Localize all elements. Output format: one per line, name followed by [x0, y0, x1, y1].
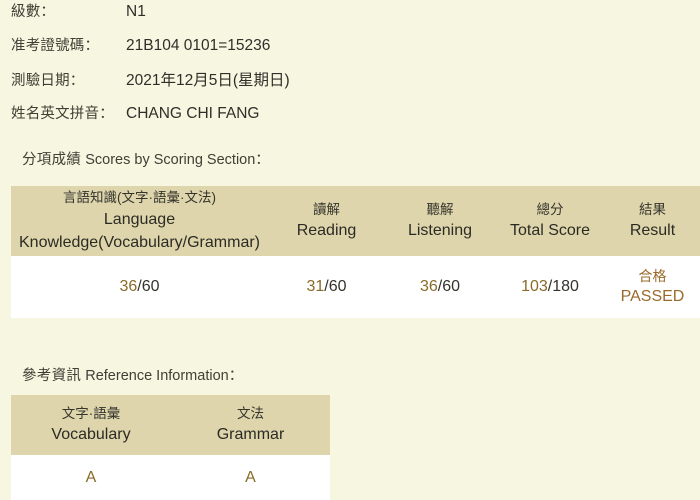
info-label-registration-number: 准考證號碼： [11, 38, 100, 54]
scores-section-heading: 分項成績 Scores by Scoring Section： [22, 148, 270, 169]
score-max-total: /180 [547, 278, 579, 295]
score-number-total: 103 [521, 278, 548, 295]
reference-column-vocabulary: 文字·語彙 Vocabulary [11, 395, 171, 455]
score-number-listening: 36 [419, 278, 438, 295]
info-label-name-romanized: 姓名英文拼音： [11, 106, 114, 122]
scores-column-listening: 聽解 Listening [385, 186, 495, 256]
scores-column-reading-en: Reading [296, 222, 357, 240]
scores-column-listening-en: Listening [407, 222, 473, 240]
reference-heading-cjk: 參考資訊 [22, 368, 82, 384]
score-cell-total: 103/180 [495, 256, 605, 318]
scores-column-listening-cjk: 聽解 [426, 201, 454, 217]
reference-column-grammar-cjk: 文法 [237, 405, 264, 421]
scores-heading-cjk: 分項成績 [22, 152, 82, 168]
score-value-reading: 31/60 [306, 278, 346, 295]
info-value-test-date: 2021年12月5日(星期日) [126, 72, 290, 89]
score-max-reading: /60 [324, 278, 347, 295]
score-value-language-knowledge: 36/60 [119, 278, 159, 295]
scores-column-language-knowledge-en-line2: Knowledge(Vocabulary/Grammar) [19, 233, 260, 251]
score-cell-reading: 31/60 [268, 256, 385, 318]
result-badge-en: PASSED [620, 287, 685, 305]
scores-column-total-cjk: 總分 [536, 201, 564, 217]
score-value-total: 103/180 [521, 278, 579, 295]
info-value-registration-number: 21B104 0101=15236 [126, 37, 271, 54]
info-row-name-romanized: 姓名英文拼音： CHANG CHI FANG [11, 102, 700, 136]
reference-section-heading: 參考資訊 Reference Information： [22, 364, 243, 385]
scores-column-reading-cjk: 讀解 [313, 201, 340, 217]
score-number-language-knowledge: 36 [119, 278, 138, 295]
reference-column-vocabulary-cjk: 文字·語彙 [61, 405, 121, 421]
reference-cell-vocabulary: A [11, 455, 171, 500]
candidate-info-block: 級數： N1 准考證號碼： 21B104 0101=15236 測驗日期： 20… [0, 0, 700, 136]
score-max-language-knowledge: /60 [137, 278, 160, 295]
info-row-registration-number: 准考證號碼： 21B104 0101=15236 [11, 34, 700, 68]
score-max-listening: /60 [437, 278, 461, 295]
scores-column-total-en: Total Score [509, 222, 591, 240]
reference-column-vocabulary-en: Vocabulary [51, 426, 131, 444]
reference-grade-grammar: A [245, 468, 256, 486]
reference-grade-vocabulary: A [85, 468, 97, 486]
scores-table-value-row: 36/60 31/60 36/60 103/180 合格 PASSED [11, 256, 700, 318]
reference-table: 文字·語彙 Vocabulary 文法 Grammar A A [11, 395, 330, 500]
reference-heading-en: Reference Information： [85, 368, 244, 384]
scores-column-result-cjk: 結果 [639, 201, 666, 217]
scores-column-reading: 讀解 Reading [268, 186, 385, 256]
info-label-level: 級數： [11, 4, 56, 20]
info-value-level: N1 [126, 3, 146, 20]
info-value-name-romanized: CHANG CHI FANG [126, 105, 260, 122]
info-row-test-date: 測驗日期： 2021年12月5日(星期日) [11, 68, 700, 102]
score-cell-language-knowledge: 36/60 [11, 256, 268, 318]
scores-table: 言語知識(文字·語彙·文法) Language Knowledge(Vocabu… [11, 186, 700, 318]
scores-column-total: 總分 Total Score [495, 186, 605, 256]
score-number-reading: 31 [306, 278, 325, 295]
reference-column-grammar-en: Grammar [216, 426, 285, 444]
score-value-listening: 36/60 [420, 278, 460, 295]
scores-heading-en: Scores by Scoring Section： [85, 152, 270, 168]
info-label-test-date: 測驗日期： [11, 73, 85, 89]
scores-column-language-knowledge-en-line1: Language [103, 210, 176, 228]
score-cell-listening: 36/60 [385, 256, 495, 318]
info-row-level: 級數： N1 [11, 0, 700, 34]
scores-column-language-knowledge-cjk: 言語知識(文字·語彙·文法) [63, 190, 216, 206]
result-badge-cjk: 合格 [638, 267, 667, 284]
scores-column-result-en: Result [629, 222, 676, 240]
scores-column-language-knowledge: 言語知識(文字·語彙·文法) Language Knowledge(Vocabu… [11, 186, 268, 256]
reference-column-grammar: 文法 Grammar [171, 395, 330, 455]
scores-table-header-row: 言語知識(文字·語彙·文法) Language Knowledge(Vocabu… [11, 186, 700, 256]
candidate-info-list: 級數： N1 准考證號碼： 21B104 0101=15236 測驗日期： 20… [0, 0, 700, 136]
score-cell-result: 合格 PASSED [605, 256, 700, 318]
reference-table-header-row: 文字·語彙 Vocabulary 文法 Grammar [11, 395, 330, 455]
reference-cell-grammar: A [171, 455, 330, 500]
reference-table-value-row: A A [11, 455, 330, 500]
scores-column-result: 結果 Result [605, 186, 700, 256]
